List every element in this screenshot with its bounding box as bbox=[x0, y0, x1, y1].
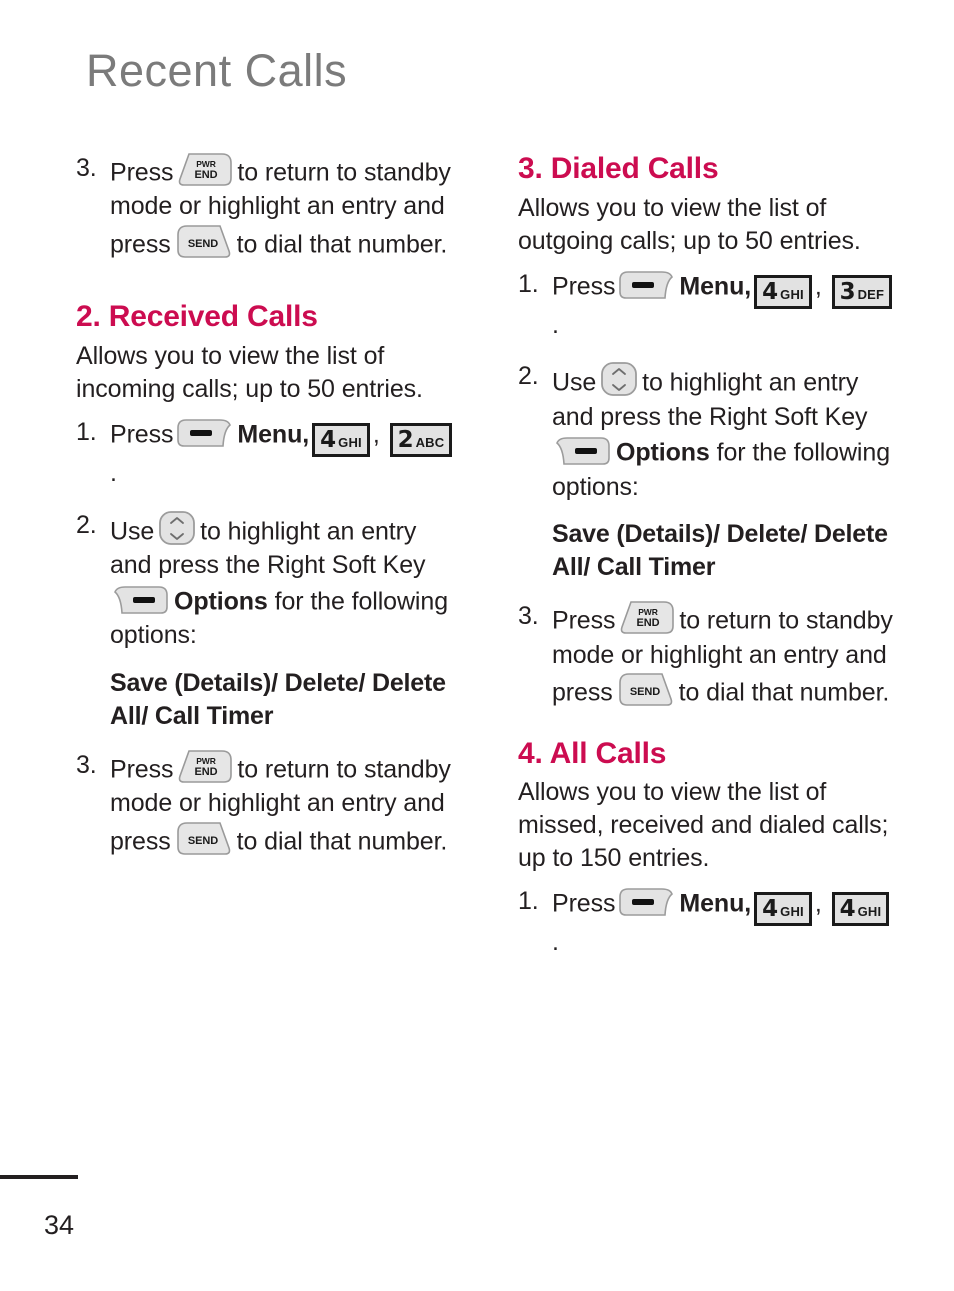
options-list: Save (Details)/ Delete/ Delete All/ Call… bbox=[110, 668, 446, 730]
step-number: 3. bbox=[76, 750, 97, 779]
step-number: 2. bbox=[76, 510, 97, 539]
send-key-icon: SEND bbox=[174, 821, 234, 857]
step-number: 3. bbox=[76, 154, 97, 182]
options-list: Save (Details)/ Delete/ Delete All/ Call… bbox=[552, 520, 888, 582]
right-column: 3. Dialed Calls Allows you to view the l… bbox=[518, 152, 898, 972]
page-number: 34 bbox=[44, 1210, 75, 1240]
pwr-end-key-icon: PWR END bbox=[176, 152, 234, 188]
left-soft-key-icon bbox=[176, 416, 234, 450]
keypad-key-4-icon: 4 GHI bbox=[312, 422, 370, 457]
keypad-key-2-icon: 2 ABC bbox=[389, 422, 453, 457]
step-text: Press Menu, 4 GHI, 3 DEF. bbox=[552, 268, 898, 343]
step-number: 3. bbox=[518, 602, 539, 631]
keypad-key-4-icon: 4 GHI bbox=[831, 892, 890, 927]
options-label: Options bbox=[616, 438, 710, 467]
page-body: 3. Press PWR END to return to standby mode … bbox=[0, 152, 954, 972]
page-title: Recent Calls bbox=[86, 45, 348, 96]
step-item: 2. Use to highlight an entry and press th… bbox=[76, 509, 456, 653]
navigation-key-icon bbox=[157, 509, 197, 547]
pwr-end-key-icon: PWR END bbox=[618, 600, 676, 636]
svg-text:SEND: SEND bbox=[188, 238, 218, 250]
svg-text:END: END bbox=[195, 169, 218, 181]
section-description: Allows you to view the list of missed, r… bbox=[518, 778, 889, 873]
svg-text:SEND: SEND bbox=[630, 686, 660, 698]
step-item: 1. Press Menu, 4 GHI, 4 GHI. bbox=[518, 885, 898, 960]
step-number: 1. bbox=[76, 417, 97, 446]
footer-divider bbox=[0, 1175, 78, 1179]
left-soft-key-icon bbox=[618, 885, 676, 919]
section-heading-received-calls: 2. Received Calls bbox=[76, 300, 318, 334]
step-text: Press PWR END to return to standby mode or … bbox=[552, 600, 898, 710]
section-description: Allows you to view the list of incoming … bbox=[76, 341, 423, 403]
pwr-end-key-icon: PWR END bbox=[176, 749, 234, 785]
step-text: Press Menu, 4 GHI, 2 ABC. bbox=[110, 416, 456, 491]
step-text: Press Menu, 4 GHI, 4 GHI. bbox=[552, 885, 898, 960]
section-heading-dialed-calls: 3. Dialed Calls bbox=[518, 152, 719, 185]
send-key-icon: SEND bbox=[616, 672, 676, 708]
keypad-key-4-icon: 4 GHI bbox=[754, 892, 812, 927]
svg-text:SEND: SEND bbox=[188, 835, 218, 847]
svg-text:END: END bbox=[637, 617, 660, 629]
keypad-key-3-icon: 3 DEF bbox=[831, 274, 893, 309]
step-item: 3. Press PWR END to return to standby mode … bbox=[518, 600, 898, 710]
step-number: 1. bbox=[518, 269, 539, 298]
svg-text:PWR: PWR bbox=[197, 159, 217, 169]
menu-label: Menu, bbox=[237, 420, 310, 449]
step-item: 2. Use to highlight an entry and press th… bbox=[518, 360, 898, 504]
menu-label: Menu, bbox=[679, 272, 752, 301]
step-number: 1. bbox=[518, 887, 539, 916]
menu-label: Menu, bbox=[679, 889, 752, 918]
left-column: 3. Press PWR END to return to standby mode … bbox=[76, 152, 456, 972]
svg-text:END: END bbox=[195, 766, 218, 778]
svg-text:PWR: PWR bbox=[639, 607, 659, 617]
step-item: 1. Press Menu, 4 GHI, 2 ABC. bbox=[76, 416, 456, 491]
right-soft-key-icon bbox=[113, 583, 171, 617]
section-description: Allows you to view the list of outgoing … bbox=[518, 193, 861, 255]
step-item: 3. Press PWR END to return to standby mode … bbox=[76, 152, 456, 262]
svg-text:PWR: PWR bbox=[197, 756, 217, 766]
step-text: Use to highlight an entry and press the R… bbox=[552, 360, 898, 504]
step-number: 2. bbox=[518, 362, 539, 391]
step-text: Use to highlight an entry and press the R… bbox=[110, 509, 456, 653]
step-item: 3. Press PWR END to return to standby mode … bbox=[76, 749, 456, 859]
options-label: Options bbox=[174, 587, 268, 616]
right-soft-key-icon bbox=[555, 434, 613, 468]
send-key-icon: SEND bbox=[174, 224, 234, 260]
step-text: Press PWR END to return to standby mode or … bbox=[110, 749, 456, 859]
navigation-key-icon bbox=[599, 360, 639, 398]
section-heading-all-calls: 4. All Calls bbox=[518, 736, 667, 770]
keypad-key-4-icon: 4 GHI bbox=[754, 274, 812, 309]
step-text: Press PWR END to return to standby mode or … bbox=[110, 152, 456, 262]
step-item: 1. Press Menu, 4 GHI, 3 DEF. bbox=[518, 268, 898, 343]
left-soft-key-icon bbox=[618, 268, 676, 302]
